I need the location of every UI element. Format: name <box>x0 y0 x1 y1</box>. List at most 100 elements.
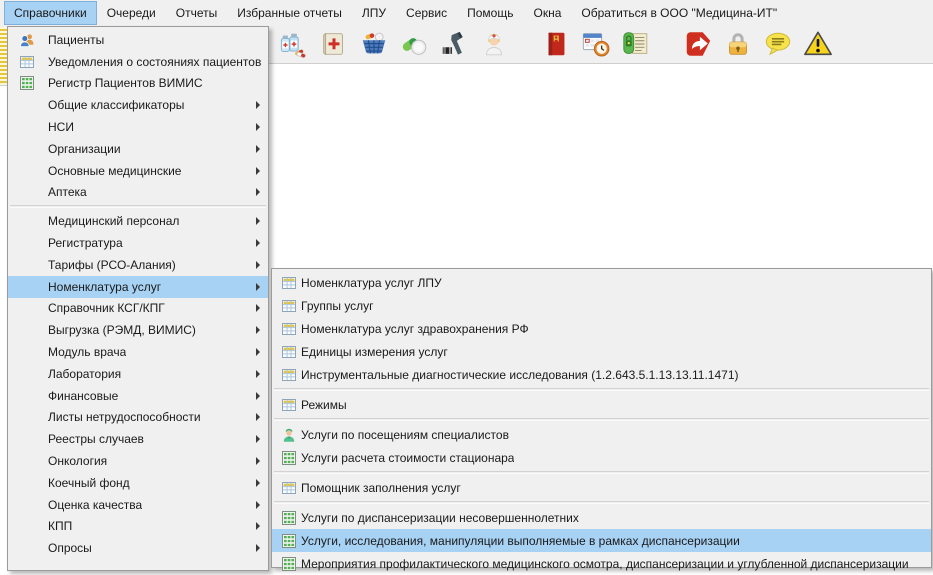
dropdown-item-23[interactable]: Опросы <box>8 537 268 559</box>
nurse-button[interactable] <box>479 30 509 60</box>
pill-basket-button[interactable] <box>359 30 389 60</box>
submenu-service-nomenclature: Номенклатура услуг ЛПУ Группы услугНоменк… <box>271 268 932 568</box>
medical-book-button[interactable] <box>319 30 349 60</box>
dropdown-item-label: Регистр Пациентов ВИМИС <box>48 76 203 90</box>
dropdown-item-label: Справочник КСГ/КПГ <box>48 301 165 315</box>
menubar-item-2[interactable]: Отчеты <box>166 1 227 25</box>
submenu-arrow-icon <box>256 239 260 247</box>
dropdown-menu-directories: ПациентыУведомления о состояниях пациент… <box>7 26 269 571</box>
menubar-item-6[interactable]: Помощь <box>457 1 523 25</box>
calendar-clock-button[interactable] <box>581 30 611 60</box>
dropdown-item-8[interactable]: Медицинский персонал <box>8 210 268 232</box>
menu-separator <box>274 418 929 421</box>
dropdown-item-15[interactable]: Лаборатория <box>8 363 268 385</box>
menubar-item-4[interactable]: ЛПУ <box>352 1 396 25</box>
submenu-item-2[interactable]: Номенклатура услуг здравохранения РФ <box>272 317 931 340</box>
dropdown-item-label: Медицинский персонал <box>48 214 179 228</box>
menubar-item-7[interactable]: Окна <box>523 1 571 25</box>
dropdown-item-0[interactable]: Пациенты <box>8 29 268 51</box>
menubar-item-5[interactable]: Сервис <box>396 1 457 25</box>
submenu-item-5[interactable]: Режимы <box>272 393 931 416</box>
submenu-item-label: Инструментальные диагностические исследо… <box>301 368 739 382</box>
submenu-item-label: Услуги по посещениям специалистов <box>301 428 509 442</box>
submenu-item-7[interactable]: Услуги расчета стоимости стационара <box>272 446 931 469</box>
menubar-item-8[interactable]: Обратиться в ООО "Медицина-ИТ" <box>571 1 787 25</box>
table-blue-icon <box>19 54 35 70</box>
submenu-item-1[interactable]: Группы услуг <box>272 294 931 317</box>
export-arrow-button[interactable] <box>683 30 713 60</box>
menubar-item-3[interactable]: Избранные отчеты <box>227 1 352 25</box>
dropdown-item-2[interactable]: Регистр Пациентов ВИМИС <box>8 73 268 95</box>
barcode-scanner-button[interactable] <box>439 30 469 60</box>
dropdown-item-label: Номенклатура услуг <box>48 280 161 294</box>
dropdown-item-4[interactable]: НСИ <box>8 116 268 138</box>
medicine-bottles-button[interactable] <box>279 30 309 60</box>
dropdown-item-label: Выгрузка (РЭМД, ВИМИС) <box>48 323 196 337</box>
dropdown-item-6[interactable]: Основные медицинские <box>8 160 268 182</box>
submenu-arrow-icon <box>256 304 260 312</box>
submenu-arrow-icon <box>256 457 260 465</box>
dropdown-item-11[interactable]: Номенклатура услуг <box>8 276 268 298</box>
dropdown-item-label: Коечный фонд <box>48 476 130 490</box>
submenu-item-label: Номенклатура услуг ЛПУ <box>301 276 442 290</box>
calendar-clock-icon <box>581 29 611 62</box>
dropdown-item-16[interactable]: Финансовые <box>8 385 268 407</box>
dropdown-item-label: Опросы <box>48 541 92 555</box>
dropdown-item-label: НСИ <box>48 120 74 134</box>
submenu-item-0[interactable]: Номенклатура услуг ЛПУ <box>272 271 931 294</box>
submenu-arrow-icon <box>256 326 260 334</box>
submenu-item-4[interactable]: Инструментальные диагностические исследо… <box>272 363 931 386</box>
table-green-icon <box>281 556 297 572</box>
padlock-button[interactable] <box>723 30 753 60</box>
dropdown-item-14[interactable]: Модуль врача <box>8 341 268 363</box>
submenu-arrow-icon <box>256 479 260 487</box>
table-green-icon <box>281 450 297 466</box>
dropdown-item-label: Модуль врача <box>48 345 126 359</box>
toolbar <box>279 29 833 61</box>
table-blue-icon <box>281 397 297 413</box>
menubar-item-0[interactable]: Справочники <box>4 1 97 25</box>
partially-hidden-toolbar-icon <box>0 27 7 86</box>
submenu-item-8[interactable]: Помощник заполнения услуг <box>272 476 931 499</box>
dropdown-item-20[interactable]: Коечный фонд <box>8 472 268 494</box>
dropdown-item-label: Листы нетрудоспособности <box>48 410 201 424</box>
warning-triangle-button[interactable] <box>803 30 833 60</box>
export-arrow-icon <box>683 29 713 62</box>
menubar: СправочникиОчередиОтчетыИзбранные отчеты… <box>0 0 933 26</box>
submenu-item-3[interactable]: Единицы измерения услуг <box>272 340 931 363</box>
dropdown-item-5[interactable]: Организации <box>8 138 268 160</box>
dropdown-item-12[interactable]: Справочник КСГ/КПГ <box>8 298 268 320</box>
submenu-arrow-icon <box>256 348 260 356</box>
pills-button[interactable] <box>399 30 429 60</box>
secure-usb-list-button[interactable] <box>621 30 651 60</box>
submenu-item-9[interactable]: Услуги по диспансеризации несовершенноле… <box>272 506 931 529</box>
dropdown-item-21[interactable]: Оценка качества <box>8 494 268 516</box>
medicine-bottles-icon <box>279 29 309 62</box>
dropdown-item-17[interactable]: Листы нетрудоспособности <box>8 407 268 429</box>
chat-bubble-button[interactable] <box>763 30 793 60</box>
dropdown-item-10[interactable]: Тарифы (РСО-Алания) <box>8 254 268 276</box>
submenu-item-11[interactable]: Мероприятия профилактического медицинско… <box>272 552 931 575</box>
submenu-item-6[interactable]: Услуги по посещениям специалистов <box>272 423 931 446</box>
secure-usb-list-icon <box>621 29 651 62</box>
submenu-arrow-icon <box>256 188 260 196</box>
table-blue-icon <box>281 321 297 337</box>
dropdown-item-22[interactable]: КПП <box>8 516 268 538</box>
dropdown-item-label: Тарифы (РСО-Алания) <box>48 258 176 272</box>
submenu-item-label: Помощник заполнения услуг <box>301 481 461 495</box>
dropdown-item-18[interactable]: Реестры случаев <box>8 428 268 450</box>
submenu-item-10[interactable]: Услуги, исследования, манипуляции выполн… <box>272 529 931 552</box>
dropdown-item-13[interactable]: Выгрузка (РЭМД, ВИМИС) <box>8 319 268 341</box>
dropdown-item-1[interactable]: Уведомления о состояниях пациентов <box>8 51 268 73</box>
pills-icon <box>399 29 429 62</box>
dropdown-item-9[interactable]: Регистратура <box>8 232 268 254</box>
medical-book-icon <box>319 29 349 62</box>
red-document-book-icon <box>541 29 571 62</box>
warning-triangle-icon <box>803 29 833 62</box>
dropdown-item-7[interactable]: Аптека <box>8 182 268 204</box>
menubar-item-1[interactable]: Очереди <box>97 1 166 25</box>
dropdown-item-19[interactable]: Онкология <box>8 450 268 472</box>
dropdown-item-3[interactable]: Общие классификаторы <box>8 94 268 116</box>
dropdown-item-label: Онкология <box>48 454 107 468</box>
red-document-book-button[interactable] <box>541 30 571 60</box>
